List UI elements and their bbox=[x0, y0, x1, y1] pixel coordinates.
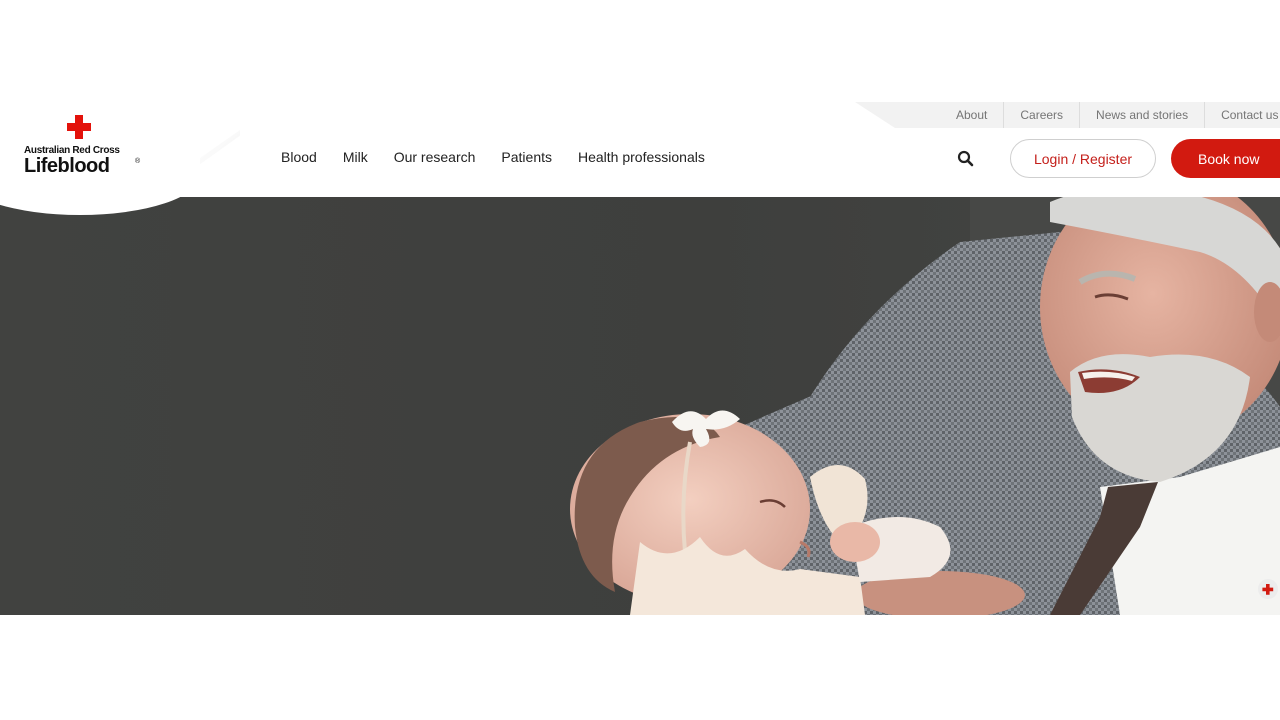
utility-link-careers[interactable]: Careers bbox=[1003, 102, 1079, 128]
lifeblood-logo[interactable]: Australian Red Cross Lifeblood ® bbox=[24, 114, 154, 184]
utility-link-about[interactable]: About bbox=[940, 102, 1003, 128]
nav-item-milk[interactable]: Milk bbox=[330, 147, 381, 167]
nav-item-patients[interactable]: Patients bbox=[488, 147, 565, 167]
registered-mark: ® bbox=[135, 158, 141, 165]
hero-image bbox=[570, 197, 1280, 615]
login-register-button[interactable]: Login / Register bbox=[1010, 139, 1156, 178]
nav-item-blood[interactable]: Blood bbox=[268, 147, 330, 167]
utility-nav: About Careers News and stories Contact u… bbox=[940, 102, 1280, 128]
logo-wordmark: Lifeblood bbox=[24, 155, 110, 177]
nav-item-our-research[interactable]: Our research bbox=[381, 147, 489, 167]
book-now-button[interactable]: Book now bbox=[1171, 139, 1280, 178]
page: About Careers News and stories Contact u… bbox=[0, 0, 1280, 720]
hero-banner bbox=[0, 197, 1280, 615]
search-icon bbox=[957, 150, 974, 167]
nav-item-health-professionals[interactable]: Health professionals bbox=[565, 147, 718, 167]
search-button[interactable] bbox=[955, 148, 977, 170]
red-cross-icon bbox=[67, 115, 91, 139]
utility-link-contact-us[interactable]: Contact us bbox=[1204, 102, 1280, 128]
utility-link-news-and-stories[interactable]: News and stories bbox=[1079, 102, 1204, 128]
main-nav: Blood Milk Our research Patients Health … bbox=[268, 147, 718, 167]
